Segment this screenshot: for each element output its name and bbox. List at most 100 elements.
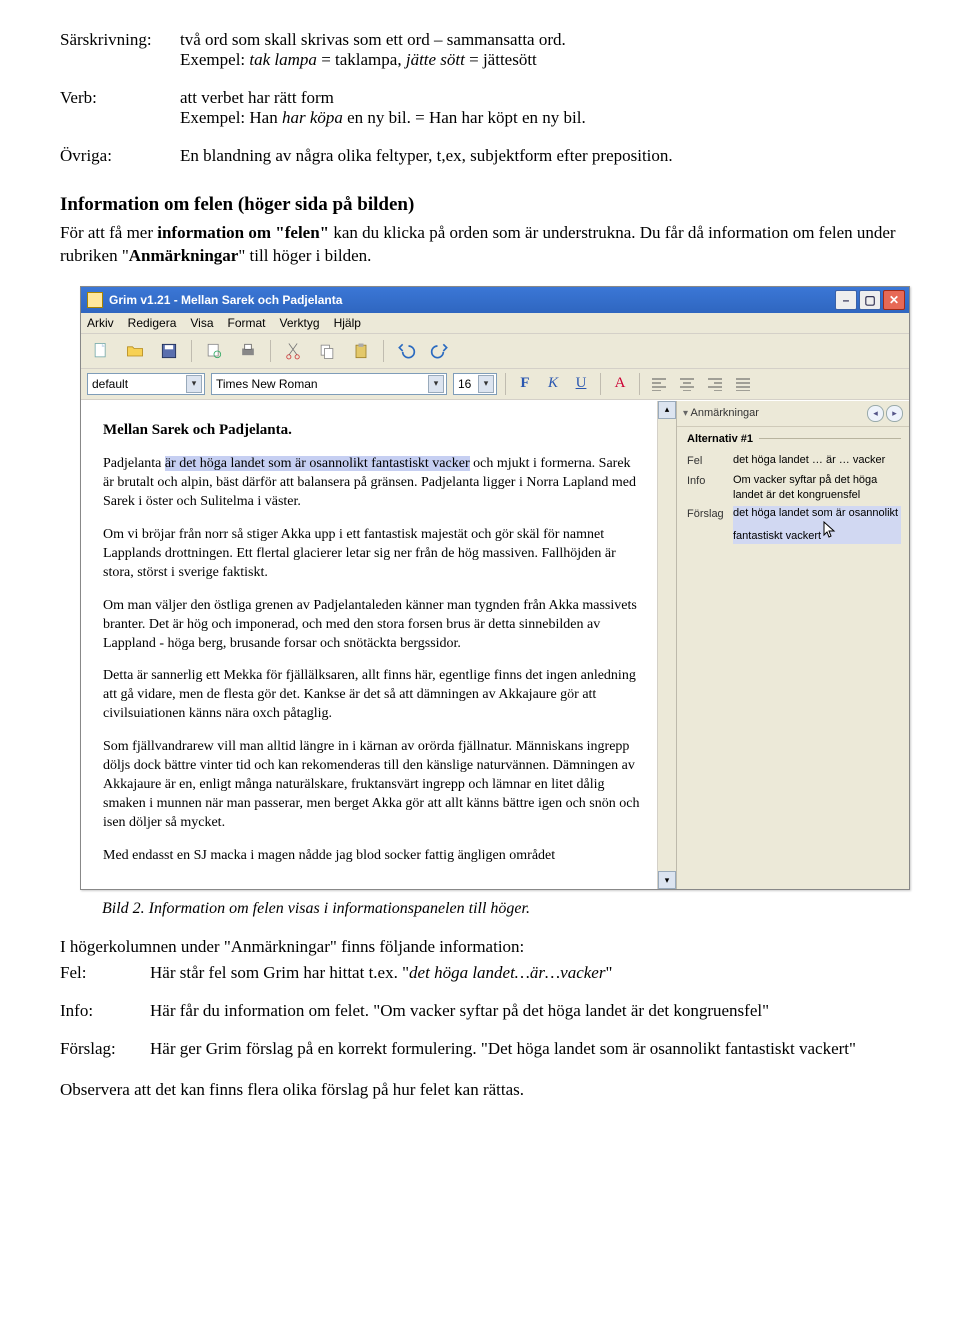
menu-item[interactable]: Visa [190, 316, 213, 330]
def-desc: att verbet har rätt form Exempel: Han ha… [180, 88, 900, 128]
chevron-down-icon[interactable]: ▾ [683, 408, 688, 419]
def-term: Verb: [60, 88, 180, 128]
window-title: Grim v1.21 - Mellan Sarek och Padjelanta [109, 293, 342, 307]
scroll-up-icon[interactable]: ▴ [658, 401, 676, 419]
underline-button[interactable]: U [570, 374, 592, 394]
alternative-header: Alternativ #1 [677, 427, 909, 447]
document-title: Mellan Sarek och Padjelanta. [103, 419, 643, 442]
forslag-text: det höga landet som är osannolikt fantas… [733, 507, 898, 542]
align-center-icon[interactable] [676, 374, 698, 394]
expl-term: Förslag: [60, 1039, 150, 1059]
editor-paragraph: Om man väljer den östliga grenen av Padj… [103, 597, 643, 654]
app-icon [87, 292, 103, 308]
close-button[interactable]: ✕ [883, 290, 905, 310]
toolbar [81, 334, 909, 369]
editor-paragraph: Detta är sannerlig ett Mekka för fjälläl… [103, 667, 643, 724]
print-preview-icon[interactable] [200, 338, 228, 364]
align-right-icon[interactable] [704, 374, 726, 394]
new-file-icon[interactable] [87, 338, 115, 364]
def-line: = taklampa, [317, 50, 406, 69]
paragraph: Observera att det kan finns flera olika … [60, 1079, 900, 1102]
bold-button[interactable]: F [514, 374, 536, 394]
def-line: = jättesött [465, 50, 537, 69]
nav-prev-icon[interactable]: ◂ [867, 405, 884, 422]
text: " [605, 963, 612, 982]
text-bold: information om "felen" [157, 223, 329, 242]
def-line: Exempel: Han [180, 108, 282, 127]
def-line: Exempel: [180, 50, 249, 69]
expl-desc: Här ger Grim förslag på en korrekt formu… [150, 1039, 900, 1059]
menu-item[interactable]: Verktyg [280, 316, 320, 330]
editor-paragraph: Om vi bröjar från norr så stiger Akka up… [103, 526, 643, 583]
align-left-icon[interactable] [648, 374, 670, 394]
open-file-icon[interactable] [121, 338, 149, 364]
size-combo[interactable]: 16 ▾ [453, 373, 497, 395]
save-icon[interactable] [155, 338, 183, 364]
scroll-down-icon[interactable]: ▾ [658, 871, 676, 889]
section-heading: Information om felen (höger sida på bild… [60, 194, 900, 216]
titlebar: Grim v1.21 - Mellan Sarek och Padjelanta… [81, 287, 909, 313]
nav-next-icon[interactable]: ▸ [886, 405, 903, 422]
info-value: Om vacker syftar på det höga landet är d… [733, 473, 901, 503]
def-term: Övriga: [60, 146, 180, 166]
font-color-button[interactable]: A [609, 374, 631, 394]
explanation-list: Fel: Här står fel som Grim har hittat t.… [60, 963, 900, 1059]
chevron-down-icon: ▾ [186, 375, 202, 393]
expl-desc: Här står fel som Grim har hittat t.ex. "… [150, 963, 900, 983]
align-justify-icon[interactable] [732, 374, 754, 394]
def-desc: En blandning av några olika feltyper, t,… [180, 146, 900, 166]
chevron-down-icon: ▾ [428, 375, 444, 393]
def-example: jätte sött [406, 50, 465, 69]
style-value: default [92, 377, 128, 391]
size-value: 16 [458, 377, 471, 391]
text-italic: det höga landet…är…vacker [409, 963, 605, 982]
undo-icon[interactable] [392, 338, 420, 364]
menu-item[interactable]: Hjälp [334, 316, 361, 330]
copy-icon[interactable] [313, 338, 341, 364]
paragraph: I högerkolumnen under "Anmärkningar" fin… [60, 936, 900, 959]
text: " till höger i bilden. [238, 246, 371, 265]
info-label: Info [687, 473, 727, 503]
annotation-details: Fel det höga landet … är … vacker Info O… [677, 447, 909, 548]
fel-value: det höga landet … är … vacker [733, 453, 901, 469]
maximize-button[interactable]: ▢ [859, 290, 881, 310]
editor-pane[interactable]: Mellan Sarek och Padjelanta. Padjelanta … [81, 401, 657, 890]
redo-icon[interactable] [426, 338, 454, 364]
def-line: att verbet har rätt form [180, 88, 334, 107]
menu-item[interactable]: Arkiv [87, 316, 114, 330]
menu-item[interactable]: Redigera [128, 316, 177, 330]
expl-term: Fel: [60, 963, 150, 983]
forslag-value[interactable]: det höga landet som är osannolikt fantas… [733, 506, 901, 544]
app-window: Grim v1.21 - Mellan Sarek och Padjelanta… [80, 286, 910, 891]
cut-icon[interactable] [279, 338, 307, 364]
paste-icon[interactable] [347, 338, 375, 364]
print-icon[interactable] [234, 338, 262, 364]
annotations-panel: ▾ Anmärkningar ◂ ▸ Alternativ #1 Fel det… [676, 401, 909, 890]
def-term: Särskrivning: [60, 30, 180, 70]
minimize-button[interactable]: – [835, 290, 857, 310]
content-area: Mellan Sarek och Padjelanta. Padjelanta … [81, 400, 909, 890]
def-line: två ord som skall skrivas som ett ord – … [180, 30, 566, 49]
text-bold: Anmärkningar [129, 246, 239, 265]
def-desc: två ord som skall skrivas som ett ord – … [180, 30, 900, 70]
cursor-icon [823, 521, 837, 544]
menu-item[interactable]: Format [228, 316, 266, 330]
style-combo[interactable]: default ▾ [87, 373, 205, 395]
italic-button[interactable]: K [542, 374, 564, 394]
chevron-down-icon: ▾ [478, 375, 494, 393]
def-line: en ny bil. = Han har köpt en ny bil. [343, 108, 586, 127]
font-combo[interactable]: Times New Roman ▾ [211, 373, 447, 395]
alt-title: Alternativ #1 [687, 433, 753, 445]
panel-header: ▾ Anmärkningar ◂ ▸ [677, 401, 909, 427]
editor-paragraph: Padjelanta är det höga landet som är osa… [103, 455, 643, 512]
panel-title: Anmärkningar [690, 407, 758, 419]
fel-label: Fel [687, 453, 727, 469]
figure-caption: Bild 2. Information om felen visas i inf… [102, 900, 900, 918]
text: Padjelanta [103, 456, 165, 471]
menubar: Arkiv Redigera Visa Format Verktyg Hjälp [81, 313, 909, 334]
highlighted-error[interactable]: är det höga landet som är osannolikt fan… [165, 456, 470, 471]
editor-scrollbar[interactable]: ▴ ▾ [657, 401, 676, 890]
font-value: Times New Roman [216, 377, 318, 391]
text: För att få mer [60, 223, 157, 242]
section-paragraph: För att få mer information om "felen" ka… [60, 222, 900, 268]
